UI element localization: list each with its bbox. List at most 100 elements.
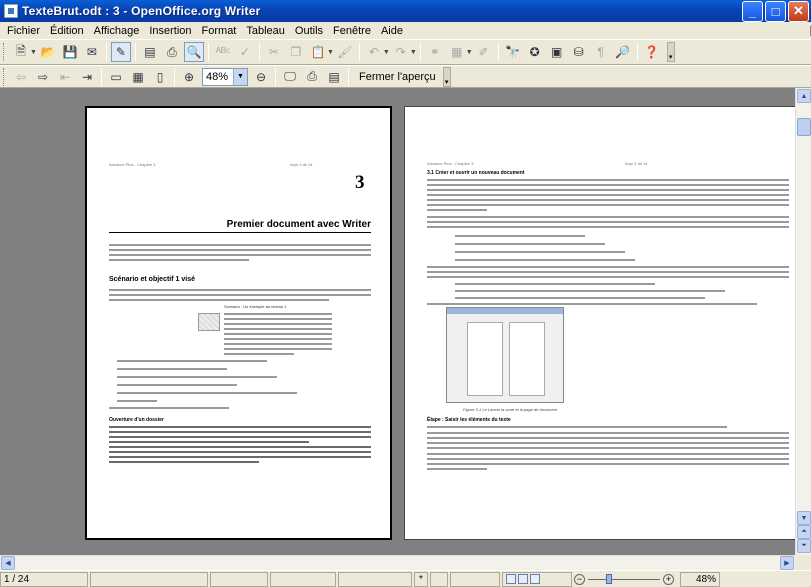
previous-page-icon[interactable]: ⇦ (11, 67, 31, 87)
maximize-button[interactable]: □ (765, 0, 786, 22)
page-header-left: Advance Plus - Chapitre 3 (109, 162, 156, 167)
figure-caption: Figure 3-1 Le Lancer la zone et la page … (463, 407, 558, 412)
menu-fenetre[interactable]: Fenêtre (328, 25, 376, 37)
print-icon[interactable]: ⎙ (162, 42, 182, 62)
chevron-down-icon[interactable]: ▼ (233, 68, 247, 85)
insert-mode-cell[interactable] (270, 571, 336, 587)
next-page-double-arrow-icon[interactable]: ⏷ (797, 539, 811, 553)
book-view-icon[interactable] (530, 574, 540, 584)
multiple-pages-icon[interactable]: ▦ (128, 67, 148, 87)
scroll-right-icon[interactable]: ▶ (780, 556, 794, 570)
note-box: Scénario : Un exemple au niveau 1 (198, 304, 338, 355)
full-screen-icon[interactable]: 🖵 (280, 67, 300, 87)
help-icon[interactable]: ❓ (642, 42, 662, 62)
find-replace-icon[interactable]: 🔭 (503, 42, 523, 62)
spellcheck-icon[interactable]: ᴬᴮᶜ (213, 42, 233, 62)
previous-page-double-arrow-icon[interactable]: ⏶ (797, 525, 811, 539)
copy-icon[interactable]: ❐ (286, 42, 306, 62)
autospell-icon[interactable]: ✓ (235, 42, 255, 62)
save-icon[interactable]: 💾 (60, 42, 80, 62)
last-page-icon[interactable]: ⇥ (77, 67, 97, 87)
draw-functions-icon[interactable]: ✐ (474, 42, 494, 62)
format-paintbrush-icon[interactable]: 🖌 (335, 42, 355, 62)
undo-icon[interactable]: ↶ (364, 42, 384, 62)
chapter-title: Premier document avec Writer (226, 219, 371, 230)
menu-format[interactable]: Format (197, 25, 242, 37)
new-document-icon[interactable]: 🗎 (11, 42, 31, 62)
page-style-cell[interactable] (90, 571, 208, 587)
hyperlink-icon[interactable]: ⚭ (425, 42, 445, 62)
menu-outils[interactable]: Outils (290, 25, 328, 37)
scroll-down-icon[interactable]: ▼ (797, 511, 811, 525)
open-icon[interactable]: 📂 (38, 42, 58, 62)
vertical-scroll-thumb[interactable] (797, 118, 811, 136)
paste-icon[interactable]: 📋 (308, 42, 328, 62)
menu-affichage[interactable]: Affichage (89, 25, 145, 37)
page-sub-heading: Étape : Saisir les éléments du texte (427, 417, 511, 423)
close-preview-button[interactable]: Fermer l'aperçu (356, 70, 439, 84)
zoom-in-status-icon[interactable]: + (663, 573, 674, 585)
single-page-view-icon[interactable] (506, 574, 516, 584)
document-modified-indicator[interactable]: * (414, 571, 428, 587)
info-cell (450, 571, 500, 587)
language-cell[interactable] (210, 571, 268, 587)
first-page-icon[interactable]: ⇤ (55, 67, 75, 87)
zoom-percent[interactable]: 48% (680, 571, 720, 587)
email-icon[interactable]: ✉ (82, 42, 102, 62)
page-preview-icon[interactable]: 🔍 (183, 42, 204, 62)
print-preview-icon[interactable]: ⎙ (302, 67, 322, 87)
toolbar-grip[interactable] (3, 43, 6, 61)
page-header-right: Impr 1 de 14 (290, 162, 313, 167)
minimize-button[interactable]: _ (742, 0, 763, 22)
print-options-icon[interactable]: ▤ (324, 67, 344, 87)
menu-tableau[interactable]: Tableau (241, 25, 290, 37)
toolbar-grip[interactable] (3, 67, 6, 86)
page-indicator[interactable]: 1 / 24 (0, 571, 88, 587)
menu-aide[interactable]: Aide (376, 25, 408, 37)
preview-toolbar: ⇦ ⇨ ⇤ ⇥ ▭ ▦ ▯ ⊕ 48% ▼ ⊖ 🖵 ⎙ ▤ Fermer l'a… (0, 65, 811, 88)
formatting-marks-icon[interactable]: ¶ (591, 42, 611, 62)
zoom-icon[interactable]: 🔎 (613, 42, 633, 62)
two-pages-icon[interactable]: ▭ (106, 67, 126, 87)
multi-page-view-icon[interactable] (518, 574, 528, 584)
zoom-out-status-icon[interactable]: − (574, 573, 585, 585)
selection-mode-cell[interactable] (338, 571, 412, 587)
toolbar-overflow-icon[interactable]: ▾ (442, 66, 451, 87)
cut-icon[interactable]: ✂ (264, 42, 284, 62)
zoom-in-icon[interactable]: ⊕ (179, 67, 199, 87)
redo-icon[interactable]: ↷ (391, 42, 411, 62)
new-dropdown-icon[interactable]: ▼ (30, 49, 37, 56)
preview-page-left[interactable]: Advance Plus - Chapitre 3 Impr 1 de 14 3… (85, 106, 392, 540)
zoom-slider-knob[interactable] (606, 574, 612, 584)
zoom-value: 48% (206, 70, 229, 83)
toolbar-overflow-icon[interactable]: ▾ (666, 42, 675, 62)
menu-edition[interactable]: Édition (45, 25, 89, 37)
scroll-left-icon[interactable]: ◀ (1, 556, 15, 570)
digital-signature-cell[interactable] (430, 571, 448, 587)
writer-app-icon[interactable] (4, 4, 18, 18)
vertical-scrollbar[interactable]: ▲ ▼ ⏶ ⏷ (795, 88, 811, 555)
zoom-out-icon[interactable]: ⊖ (251, 67, 271, 87)
book-preview-icon[interactable]: ▯ (150, 67, 170, 87)
status-bar: 1 / 24 * − + 48% (0, 570, 811, 587)
data-sources-icon[interactable]: ⛁ (569, 42, 589, 62)
navigator-icon[interactable]: ✪ (525, 42, 545, 62)
menu-close-document-icon[interactable] (801, 25, 811, 36)
table-icon[interactable]: ▦ (447, 42, 467, 62)
gallery-icon[interactable]: ▣ (547, 42, 567, 62)
menu-insertion[interactable]: Insertion (144, 25, 196, 37)
view-layout-cell (502, 571, 572, 587)
edit-file-icon[interactable]: ✎ (110, 42, 131, 62)
figure-screenshot (446, 307, 564, 403)
preview-page-right[interactable]: Advance Plus - Chapitre 3 Impr 2 de 14 3… (404, 106, 807, 540)
zoom-slider[interactable] (588, 574, 660, 584)
chapter-number: 3 (355, 172, 365, 193)
close-button[interactable]: ✕ (788, 0, 809, 22)
zoom-select[interactable]: 48% ▼ (202, 67, 248, 86)
scroll-up-icon[interactable]: ▲ (797, 89, 811, 103)
menu-fichier[interactable]: Fichier (2, 25, 45, 37)
page-header-right: Impr 2 de 14 (625, 161, 648, 166)
next-page-icon[interactable]: ⇨ (33, 67, 53, 87)
horizontal-scrollbar[interactable]: ◀ ▶ (0, 555, 795, 570)
export-pdf-icon[interactable]: ▤ (140, 42, 160, 62)
